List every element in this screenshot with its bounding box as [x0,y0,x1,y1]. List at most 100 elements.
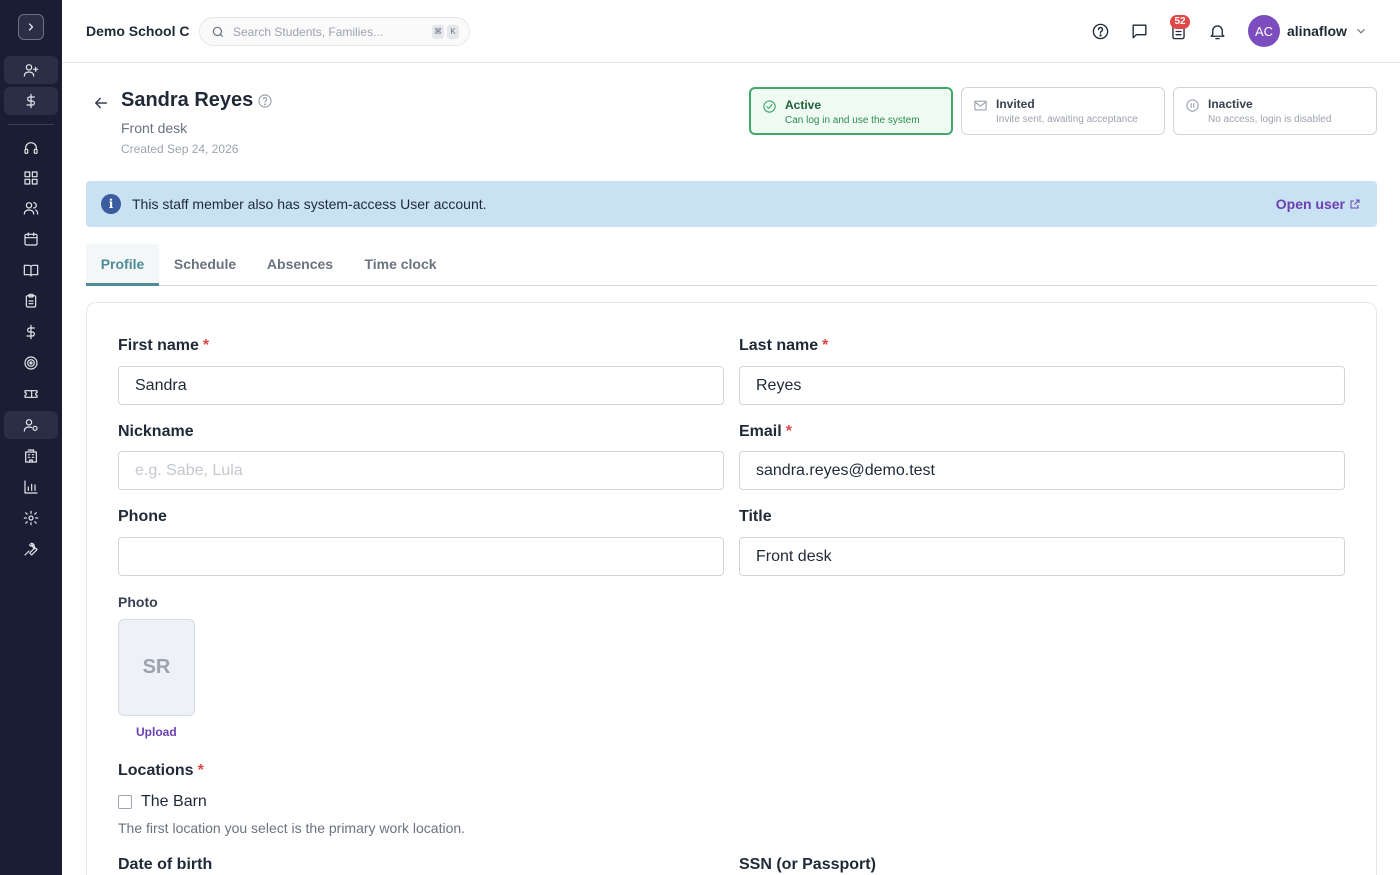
first-name-label: First name * [118,337,210,354]
status-description: Can log in and use the system [785,115,920,126]
sidebar-item-tools[interactable] [4,535,58,563]
question-icon[interactable] [257,93,273,109]
book-icon [23,264,39,277]
tab-schedule[interactable]: Schedule [164,244,246,286]
status-title: Invited [996,97,1035,111]
sidebar-item-lessons[interactable] [4,256,58,284]
status-option-invited[interactable]: Invited Invite sent, awaiting acceptance [961,87,1165,135]
date-of-birth-label: Date of birth [118,856,213,873]
title-field[interactable]: Front desk [739,537,1345,576]
nickname-field[interactable]: e.g. Sabe, Lula [118,451,724,490]
arrow-left-icon [95,97,107,109]
tab-profile[interactable]: Profile [86,244,159,286]
sidebar-item-calendar[interactable] [4,225,58,253]
staff-name: Sandra Reyes [121,89,254,111]
locations-label: Locations * [118,762,204,779]
help-button[interactable] [1089,20,1111,42]
mail-icon [973,98,989,114]
nickname-label: Nickname [118,423,194,440]
check-circle-icon [762,99,778,115]
status-title: Inactive [1208,97,1253,111]
sidebar-item-goals[interactable] [4,349,58,377]
status-title: Active [785,98,822,112]
top-bar: Demo School C Search Students, Families.… [62,0,1400,63]
pause-circle-icon [1185,98,1201,114]
location-checkbox[interactable] [118,795,132,809]
location-option-label[interactable]: The Barn [141,793,207,811]
last-name-field[interactable]: Reyes [739,366,1345,405]
gear-icon [23,510,39,526]
sidebar-item-add-user[interactable] [4,56,58,84]
email-field[interactable]: sandra.reyes@demo.test [739,451,1345,490]
phone-field[interactable] [118,537,724,576]
first-name-field[interactable]: Sandra [118,366,724,405]
sidebar-item-support[interactable] [4,134,58,162]
sidebar-expand-button[interactable] [18,14,44,40]
user-account-banner: i This staff member also has system-acce… [86,181,1377,227]
open-user-link[interactable]: Open user [1276,196,1361,212]
staff-role: Front desk [121,120,188,136]
help-circle-icon [1092,23,1108,39]
sidebar-divider [8,124,54,125]
sidebar-item-tickets[interactable] [4,380,58,408]
info-icon: i [101,194,121,214]
notifications-button[interactable] [1206,20,1228,42]
search-icon [211,25,225,39]
sidebar-item-locations[interactable] [4,442,58,470]
upload-photo-link[interactable]: Upload [136,725,177,739]
sidebar-item-staff[interactable] [4,411,58,439]
shortcut-key-cmd: ⌘ [432,25,444,39]
add-user-icon [23,64,39,77]
user-avatar[interactable]: AC [1248,15,1280,47]
search-placeholder: Search Students, Families... [233,25,384,39]
email-label: Email * [739,423,792,440]
calendar-icon [24,232,38,246]
status-description: Invite sent, awaiting acceptance [996,114,1138,125]
chart-icon [24,480,38,494]
sidebar-item-payments[interactable] [4,318,58,346]
clipboard-icon [25,293,37,308]
sidebar-item-students[interactable] [4,194,58,222]
sidebar [0,0,62,875]
school-name[interactable]: Demo School C [86,23,189,39]
shortcut-key-k: K [447,25,459,39]
sidebar-item-tasks[interactable] [4,287,58,315]
status-description: No access, login is disabled [1208,114,1332,125]
target-icon [24,356,38,370]
staff-created-date: Created Sep 24, 2026 [121,142,239,156]
photo-placeholder[interactable]: SR [118,619,195,716]
message-icon [1131,23,1147,39]
external-link-icon [1350,199,1360,209]
status-option-inactive[interactable]: Inactive No access, login is disabled [1173,87,1377,135]
sidebar-item-reports[interactable] [4,473,58,501]
sidebar-item-billing[interactable] [4,87,58,115]
locations-hint: The first location you select is the pri… [118,820,466,836]
tab-absences[interactable]: Absences [257,244,343,286]
user-name[interactable]: alinaflow [1287,23,1347,39]
tasks-count-badge: 52 [1170,15,1190,29]
photo-label: Photo [118,594,158,610]
dashboard-icon [24,171,38,185]
ticket-icon [24,390,38,398]
global-search-input[interactable]: Search Students, Families... ⌘ K [199,17,470,46]
status-option-active[interactable]: Active Can log in and use the system [749,87,953,135]
dollar-icon [26,93,35,109]
title-label: Title [739,508,772,525]
sidebar-item-settings[interactable] [4,504,58,532]
bell-icon [1209,24,1225,39]
sidebar-item-dashboard[interactable] [4,164,58,192]
staff-icon [23,419,38,432]
profile-tabs: Profile Schedule Absences Time clock [86,244,1377,286]
phone-label: Phone [118,508,167,525]
building-icon [25,449,37,463]
dollar-icon [26,324,35,340]
back-button[interactable] [92,94,110,112]
ssn-label: SSN (or Passport) [739,856,876,873]
chevron-down-icon[interactable] [1354,24,1368,38]
banner-text: This staff member also has system-access… [132,196,487,212]
last-name-label: Last name * [739,337,829,354]
headset-icon [24,142,38,154]
messages-button[interactable] [1128,20,1150,42]
open-user-label: Open user [1275,196,1345,212]
tab-time-clock[interactable]: Time clock [354,244,447,286]
